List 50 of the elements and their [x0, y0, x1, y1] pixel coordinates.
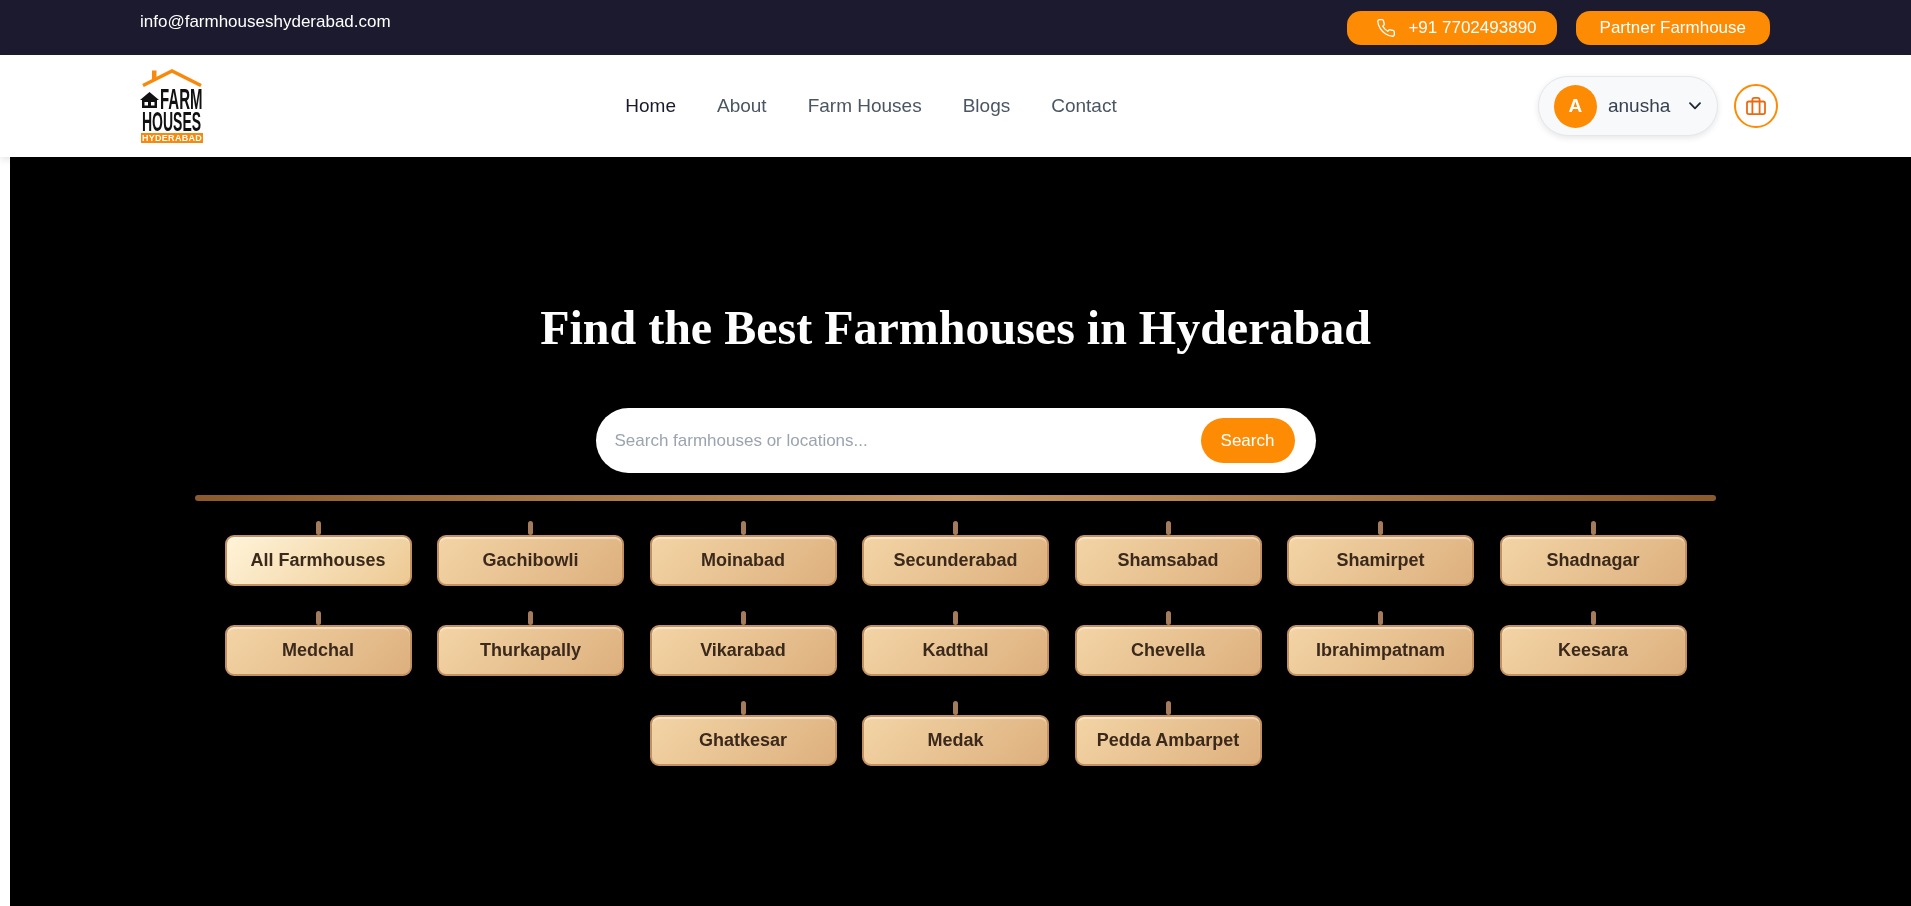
peg-icon [740, 521, 746, 535]
peg-icon [953, 611, 958, 625]
location-tag[interactable]: Kadthal [862, 625, 1049, 676]
location-tag[interactable]: All Farmhouses [224, 535, 412, 586]
location-tag[interactable]: Shadnagar [1499, 535, 1687, 586]
peg-icon [528, 611, 533, 625]
peg-icon [740, 611, 746, 625]
logo-link[interactable]: FARM HOUSES HYDERABAD [140, 69, 204, 143]
peg-icon [528, 521, 533, 535]
location-tag[interactable]: Medchal [224, 625, 412, 676]
nav-link[interactable]: Home [625, 95, 676, 117]
nav-link[interactable]: About [717, 95, 767, 117]
peg-icon [315, 521, 321, 535]
location-tag[interactable]: Keesara [1499, 625, 1687, 676]
peg-icon [1590, 521, 1596, 535]
peg-icon [1378, 611, 1383, 625]
location-tag[interactable]: Ghatkesar [649, 715, 837, 766]
chevron-down-icon [1689, 102, 1701, 110]
peg-icon [1165, 611, 1171, 625]
peg-icon [740, 701, 746, 715]
location-tag[interactable]: Shamsabad [1074, 535, 1262, 586]
location-tag[interactable]: Shamirpet [1287, 535, 1474, 586]
location-tag[interactable]: Gachibowli [437, 535, 624, 586]
peg-icon [1165, 701, 1171, 715]
location-tag[interactable]: Thurkapally [437, 625, 624, 676]
nav-link[interactable]: Blogs [962, 95, 1011, 117]
peg-icon [315, 611, 321, 625]
location-tag[interactable]: Chevella [1074, 625, 1262, 676]
briefcase-icon [1746, 97, 1766, 115]
briefcase-button[interactable] [1734, 84, 1778, 128]
peg-icon [953, 521, 958, 535]
peg-icon [1165, 521, 1171, 535]
user-avatar: A [1554, 84, 1597, 128]
peg-icon [1590, 611, 1596, 625]
user-menu-button[interactable]: A anusha [1538, 76, 1718, 136]
nav-link[interactable]: Farm Houses [807, 95, 922, 117]
page-title: Find the Best Farmhouses in Hyderabad [540, 300, 1371, 355]
location-tag[interactable]: Pedda Ambarpet [1074, 715, 1262, 766]
nav-link[interactable]: Contact [1051, 95, 1117, 117]
peg-icon [953, 701, 958, 715]
email-link[interactable]: info@farmhouseshyderabad.com [140, 11, 391, 33]
house-icon [140, 92, 159, 108]
location-tag[interactable]: Medak [862, 715, 1049, 766]
location-tag[interactable]: Moinabad [649, 535, 837, 586]
phone-icon [1377, 19, 1396, 37]
roof-icon [140, 69, 204, 87]
location-tag[interactable]: Vikarabad [649, 625, 837, 676]
location-tag[interactable]: Secunderabad [862, 535, 1049, 586]
location-tag[interactable]: Ibrahimpatnam [1287, 625, 1474, 676]
peg-icon [1378, 521, 1383, 535]
